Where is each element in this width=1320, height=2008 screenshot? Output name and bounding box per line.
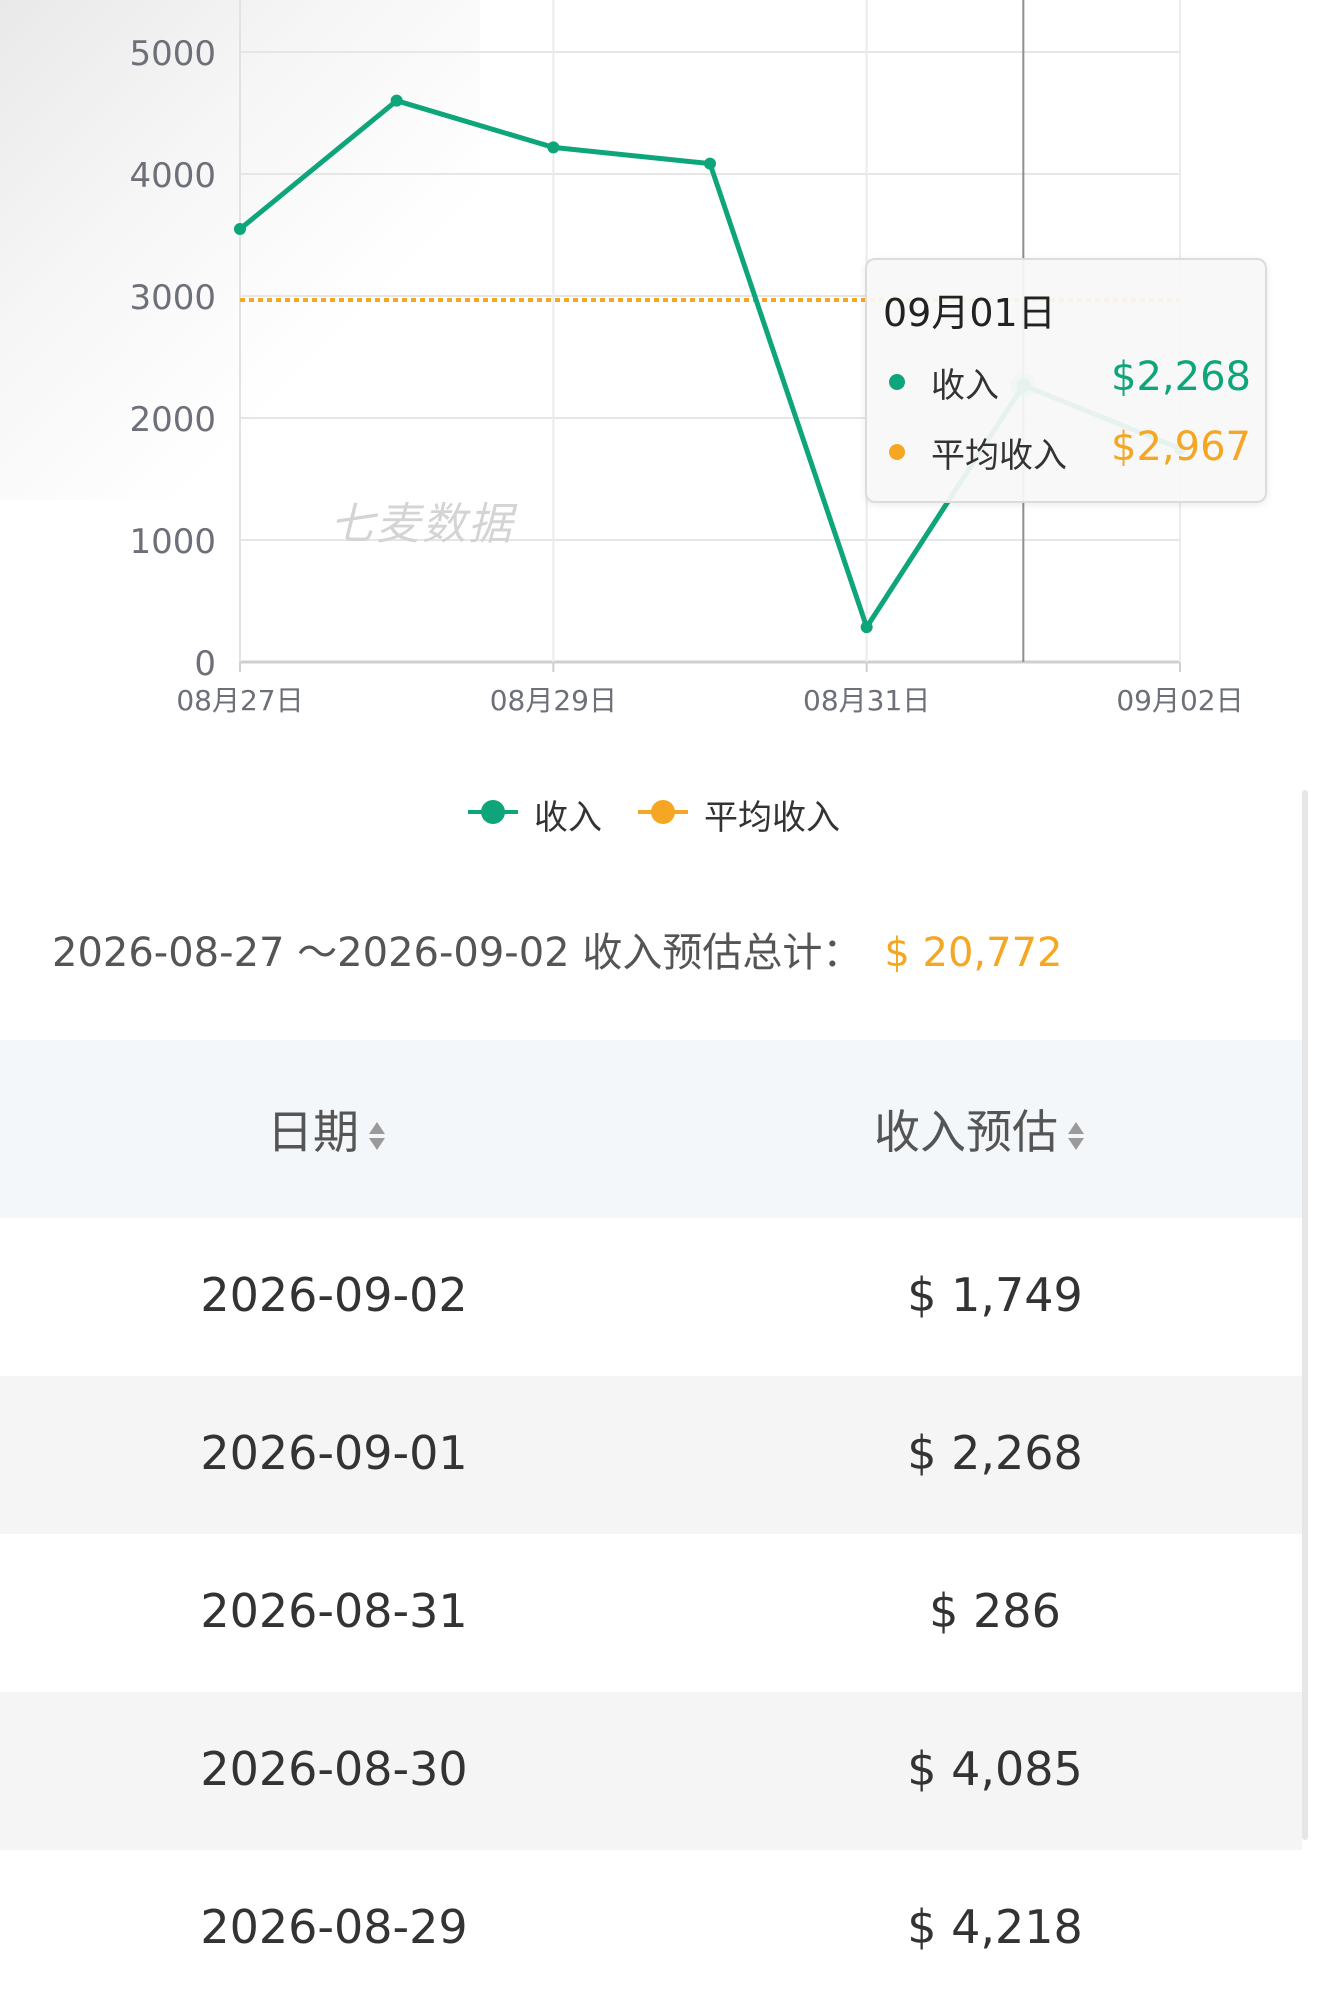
chart-tooltip: 09月01日 收入 $2,268 平均收入 $2,967 [865,258,1267,503]
y-tick-label: 1000 [129,522,216,562]
tooltip-value: $2,967 [1111,424,1251,470]
y-tick-label: 5000 [129,34,216,74]
x-tick-label: 08月31日 [803,684,930,717]
revenue-line-chart[interactable]: 0 1000 2000 3000 4000 5000 08月27日 08月29日 08月31日 0… [0,0,1320,860]
row-date: 2026-08-31 [200,1584,468,1638]
summary-text: 2026-08-27 ～2026-09-02 收入预估总计： [52,930,863,976]
average-dot-icon [889,444,905,460]
tooltip-title: 09月01日 [883,291,1056,335]
tooltip-row-average: 平均收入 $2,967 [889,424,1251,476]
column-header-date[interactable]: 日期 [267,1096,387,1162]
column-header-revenue[interactable]: 收入预估 [874,1096,1086,1162]
sort-icon[interactable] [367,1116,387,1156]
legend-dot-icon [651,800,675,824]
table-row: 2026-09-01 $ 2,268 [0,1376,1302,1534]
data-point [860,621,873,634]
tooltip-value: $2,268 [1111,354,1251,400]
x-tick-label: 08月27日 [176,684,303,717]
data-point [547,141,560,154]
row-date: 2026-08-30 [200,1742,468,1796]
row-date: 2026-09-02 [200,1268,468,1322]
legend-label: 收入 [534,798,602,838]
row-date: 2026-08-29 [200,1900,468,1954]
x-tick-label: 08月29日 [490,684,617,717]
y-tick-label: 3000 [129,278,216,318]
table-row: 2026-08-31 $ 286 [0,1534,1302,1692]
row-date: 2026-09-01 [200,1426,468,1480]
summary-total: $ 20,772 [884,930,1063,976]
column-header-label: 收入预估 [874,1105,1058,1159]
table-row: 2026-09-02 $ 1,749 [0,1218,1302,1376]
tooltip-label: 收入 [931,366,999,406]
legend-item-average[interactable]: 平均收入 [638,782,858,842]
chart-watermark: 七麦数据 [330,499,514,550]
row-revenue: $ 1,749 [907,1268,1083,1322]
chart-legend: 收入 平均收入 [0,782,1320,842]
sort-icon[interactable] [1066,1116,1086,1156]
column-header-label: 日期 [267,1105,359,1159]
row-revenue: $ 2,268 [907,1426,1083,1480]
revenue-dot-icon [889,374,905,390]
legend-dot-icon [481,800,505,824]
y-tick-label: 0 [194,644,216,684]
table-header: 日期 收入预估 [0,1040,1302,1218]
legend-item-revenue[interactable]: 收入 [468,782,608,842]
tooltip-row-revenue: 收入 $2,268 [889,354,1251,406]
row-revenue: $ 4,218 [907,1900,1083,1954]
data-point [234,223,246,236]
y-tick-label: 4000 [129,156,216,196]
y-tick-label: 2000 [129,400,216,440]
revenue-summary: 2026-08-27 ～2026-09-02 收入预估总计： $ 20,772 [52,920,1062,978]
data-point [704,157,716,170]
table-row: 2026-08-30 $ 4,085 [0,1692,1302,1850]
legend-label: 平均收入 [704,798,840,838]
row-revenue: $ 286 [929,1584,1061,1638]
x-tick-label: 09月02日 [1116,684,1243,717]
tooltip-label: 平均收入 [931,436,1067,476]
row-revenue: $ 4,085 [907,1742,1083,1796]
table-row: 2026-08-29 $ 4,218 [0,1850,1302,2008]
data-point [390,94,403,107]
revenue-table: 日期 收入预估 2026-09-02 $ 1,749 2026-09-01 $ … [0,1040,1302,2008]
